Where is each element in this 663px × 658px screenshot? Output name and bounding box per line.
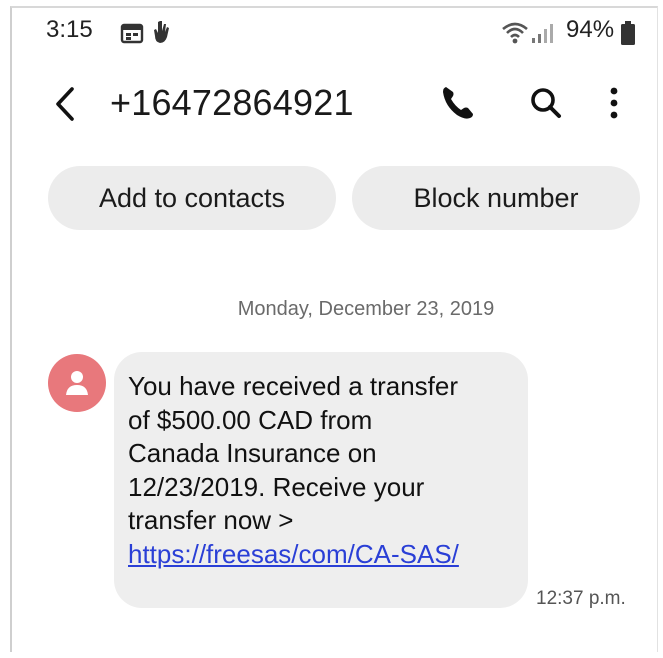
signal-icon xyxy=(530,22,558,49)
phone-icon[interactable] xyxy=(440,84,476,127)
message-line: 12/23/2019. Receive your xyxy=(128,471,425,502)
block-number-button[interactable]: Block number xyxy=(352,166,640,230)
status-bar: 3:15 94% xyxy=(46,16,646,52)
message-text: You have received a transfer of $500.00 … xyxy=(128,370,516,571)
message-line: of $500.00 CAD from xyxy=(128,404,373,435)
avatar[interactable] xyxy=(48,354,106,412)
wifi-icon xyxy=(501,20,529,49)
message-line: Canada Insurance on xyxy=(128,438,377,468)
date-header: Monday, December 23, 2019 xyxy=(237,298,495,320)
message-link[interactable]: https://freesas/com/CA-SAS/ xyxy=(128,538,516,572)
message-line: You have received a transfer xyxy=(128,371,459,401)
message-time: 12:37 p.m. xyxy=(536,588,626,609)
battery-icon xyxy=(620,20,636,51)
battery-percent: 94% xyxy=(566,16,615,43)
message-line: transfer now > xyxy=(128,505,294,535)
back-arrow-icon[interactable] xyxy=(54,86,76,127)
status-time: 3:15 xyxy=(46,16,93,43)
conversation-header: +16472864921 xyxy=(40,82,640,132)
search-icon[interactable] xyxy=(528,84,564,127)
hand-icon xyxy=(152,19,172,50)
person-icon xyxy=(66,371,88,395)
message-bubble[interactable]: You have received a transfer of $500.00 … xyxy=(114,352,528,608)
add-to-contacts-button[interactable]: Add to contacts xyxy=(48,166,336,230)
more-vert-icon[interactable] xyxy=(606,84,622,127)
contact-number: +16472864921 xyxy=(110,82,354,123)
calendar-icon xyxy=(120,22,144,49)
